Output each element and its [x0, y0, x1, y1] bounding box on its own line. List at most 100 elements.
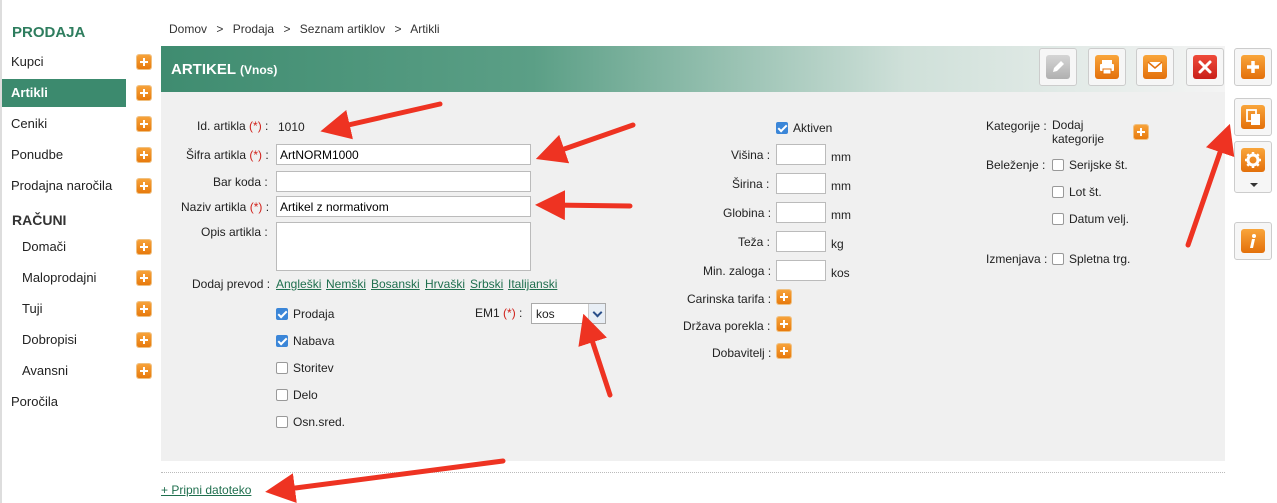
sidebar-item-sales-orders[interactable]: Prodajna naročila	[2, 172, 126, 200]
info-icon	[1241, 229, 1265, 253]
lot-number-checkbox-label: Lot št.	[1069, 185, 1102, 199]
add-offer-icon[interactable]	[137, 148, 151, 162]
purchase-checkbox[interactable]	[276, 335, 288, 347]
active-checkbox[interactable]	[776, 122, 788, 134]
code-input[interactable]	[276, 144, 531, 165]
height-input[interactable]	[776, 144, 826, 165]
depth-input[interactable]	[776, 202, 826, 223]
translation-link-serbian[interactable]: Srbski	[470, 277, 503, 291]
sidebar-item-items[interactable]: Artikli	[2, 79, 126, 107]
work-checkbox[interactable]	[276, 389, 288, 401]
sidebar-item-credit-notes[interactable]: Dobropisi	[2, 326, 126, 354]
sidebar-item-foreign[interactable]: Tuji	[2, 295, 126, 323]
description-input[interactable]	[276, 222, 531, 271]
sidebar-item-reports[interactable]: Poročila	[2, 388, 126, 416]
settings-icon	[1241, 148, 1265, 172]
translation-label: Dodaj prevod :	[192, 277, 271, 291]
sidebar-item-label: Prodajna naročila	[11, 178, 113, 193]
add-customs-icon[interactable]	[777, 290, 791, 304]
copy-button[interactable]	[1234, 98, 1272, 136]
name-input[interactable]	[276, 196, 531, 217]
add-origin-icon[interactable]	[777, 317, 791, 331]
sidebar-item-offers[interactable]: Ponudbe	[2, 141, 126, 169]
sidebar: PRODAJA Kupci Artikli Ceniki Ponudbe Pro…	[0, 0, 160, 503]
sidebar-item-label: Avansni	[22, 363, 69, 378]
serial-number-checkbox-label: Serijske št.	[1069, 158, 1128, 172]
translation-link-english[interactable]: Angleški	[276, 277, 321, 291]
section-title-invoices: RAČUNI	[12, 212, 67, 228]
add-supplier-icon[interactable]	[777, 344, 791, 358]
translation-link-bosnian[interactable]: Bosanski	[371, 277, 420, 291]
email-button[interactable]	[1136, 48, 1174, 86]
add-retail-icon[interactable]	[137, 271, 151, 285]
work-checkbox-label: Delo	[293, 388, 318, 402]
print-button[interactable]	[1088, 48, 1126, 86]
serial-number-checkbox[interactable]	[1052, 159, 1064, 171]
barcode-label: Bar koda :	[213, 175, 268, 189]
sales-checkbox[interactable]	[276, 308, 288, 320]
breadcrumb-sales[interactable]: Prodaja	[233, 22, 274, 36]
categories-label: Kategorije :	[986, 119, 1047, 133]
unit-select[interactable]: kos	[531, 303, 606, 324]
caret-down-icon[interactable]	[1250, 183, 1258, 187]
edit-button[interactable]	[1039, 48, 1077, 86]
width-unit: mm	[831, 179, 851, 193]
id-value: 1010	[278, 120, 305, 134]
sidebar-item-retail[interactable]: Maloprodajni	[2, 264, 126, 292]
width-input[interactable]	[776, 173, 826, 194]
add-category-icon[interactable]	[1134, 125, 1148, 139]
add-icon	[1241, 55, 1265, 79]
settings-button[interactable]	[1234, 141, 1272, 193]
copy-icon	[1241, 105, 1265, 129]
weight-input[interactable]	[776, 231, 826, 252]
supplier-label: Dobavitelj :	[712, 346, 772, 360]
code-label: Šifra artikla (*) :	[186, 148, 269, 162]
delete-icon	[1193, 55, 1217, 79]
breadcrumb-sep: >	[394, 22, 402, 36]
info-button[interactable]	[1234, 222, 1272, 260]
min-stock-input[interactable]	[776, 260, 826, 281]
depth-label: Globina :	[723, 206, 772, 220]
service-checkbox[interactable]	[276, 362, 288, 374]
purchase-checkbox-label: Nabava	[293, 334, 335, 348]
sidebar-item-domestic[interactable]: Domači	[2, 233, 126, 261]
webshop-checkbox-label: Spletna trg.	[1069, 252, 1131, 266]
add-customer-icon[interactable]	[137, 55, 151, 69]
fixed-asset-checkbox[interactable]	[276, 416, 288, 428]
translation-link-croatian[interactable]: Hrvaški	[425, 277, 465, 291]
item-form: Id. artikla (*) : 1010 Šifra artikla (*)…	[161, 92, 1225, 461]
description-label: Opis artikla :	[201, 225, 268, 239]
origin-label: Država porekla :	[683, 319, 771, 333]
translation-link-german[interactable]: Nemški	[326, 277, 366, 291]
add-domestic-icon[interactable]	[137, 240, 151, 254]
expiry-date-checkbox[interactable]	[1052, 213, 1064, 225]
active-checkbox-label: Aktiven	[793, 121, 833, 135]
add-button[interactable]	[1234, 48, 1272, 86]
breadcrumb: Domov > Prodaja > Seznam artiklov > Arti…	[169, 22, 446, 36]
attach-file-link[interactable]: + Pripni datoteko	[161, 483, 251, 497]
sidebar-item-label: Maloprodajni	[22, 270, 97, 285]
add-sales-order-icon[interactable]	[137, 179, 151, 193]
add-advance-icon[interactable]	[137, 364, 151, 378]
sidebar-item-advance[interactable]: Avansni	[2, 357, 126, 385]
breadcrumb-items: Artikli	[410, 22, 440, 36]
breadcrumb-item-list[interactable]: Seznam artiklov	[300, 22, 385, 36]
webshop-checkbox[interactable]	[1052, 253, 1064, 265]
customs-label: Carinska tarifa :	[687, 292, 772, 306]
edit-icon	[1046, 55, 1070, 79]
chevron-down-icon[interactable]	[588, 304, 605, 323]
depth-unit: mm	[831, 208, 851, 222]
translation-link-italian[interactable]: Italijanski	[508, 277, 557, 291]
divider	[161, 472, 1225, 473]
barcode-input[interactable]	[276, 171, 531, 192]
add-item-icon[interactable]	[137, 86, 151, 100]
breadcrumb-home[interactable]: Domov	[169, 22, 207, 36]
sidebar-item-customers[interactable]: Kupci	[2, 48, 126, 76]
add-foreign-icon[interactable]	[137, 302, 151, 316]
delete-button[interactable]	[1186, 48, 1224, 86]
sidebar-item-price-lists[interactable]: Ceniki	[2, 110, 126, 138]
add-price-list-icon[interactable]	[137, 117, 151, 131]
add-credit-note-icon[interactable]	[137, 333, 151, 347]
service-checkbox-label: Storitev	[293, 361, 334, 375]
lot-number-checkbox[interactable]	[1052, 186, 1064, 198]
